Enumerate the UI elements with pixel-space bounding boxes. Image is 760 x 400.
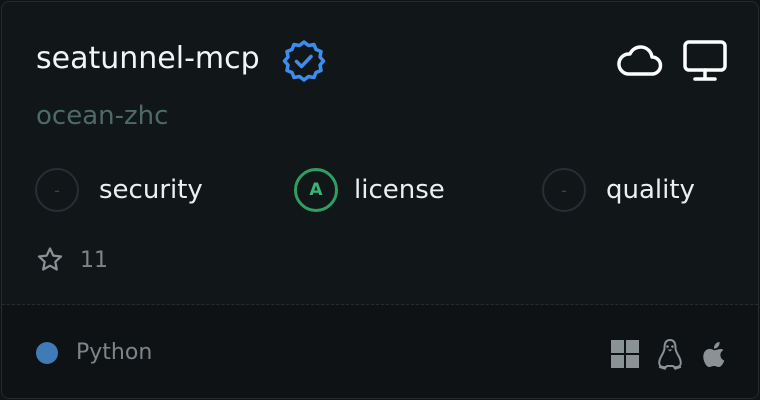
license-label: license <box>354 175 445 205</box>
desktop-icon <box>683 40 727 81</box>
license-score: A license <box>294 166 445 214</box>
language-color-dot <box>36 342 58 364</box>
cloud-icon <box>617 45 663 76</box>
linux-icon <box>658 339 682 370</box>
star-count-value: 11 <box>80 247 108 273</box>
owner-link[interactable]: ocean-zhc <box>36 98 168 134</box>
server-name[interactable]: seatunnel-mcp <box>36 38 260 80</box>
star-count[interactable]: 11 <box>36 244 108 276</box>
language-name: Python <box>76 340 153 365</box>
security-grade: - <box>35 168 79 212</box>
quality-grade: - <box>542 168 586 212</box>
windows-icon <box>611 340 639 368</box>
apple-icon <box>703 342 725 367</box>
security-label: security <box>99 175 203 205</box>
server-card[interactable]: seatunnel-mcp ocean-zhc - security A lic… <box>1 1 759 399</box>
security-score: - security <box>35 166 203 214</box>
quality-score: - quality <box>542 166 695 214</box>
star-icon <box>37 247 63 271</box>
verified-badge-icon <box>282 40 326 82</box>
license-grade: A <box>294 168 338 212</box>
quality-label: quality <box>606 175 695 205</box>
